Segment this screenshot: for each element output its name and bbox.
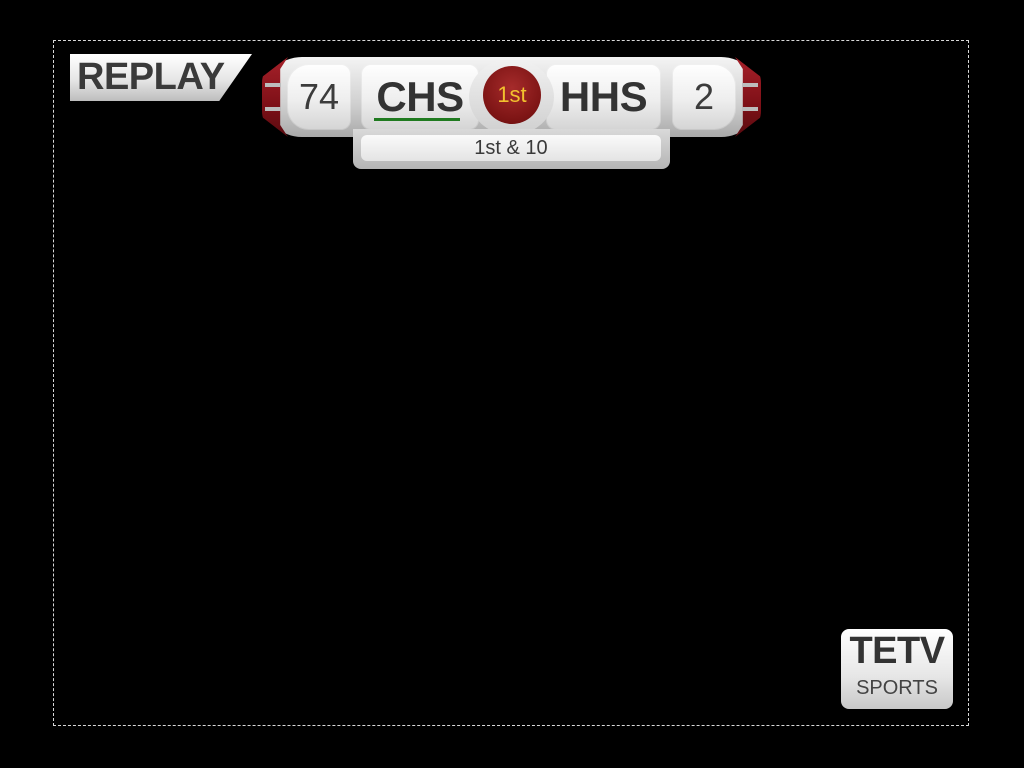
right-wing-stripe	[742, 83, 758, 87]
replay-label: REPLAY	[77, 56, 225, 98]
left-wing-stripe	[265, 107, 281, 111]
left-wing-stripe	[265, 83, 281, 87]
away-score: 2	[693, 76, 715, 117]
scoreboard: 74 CHS HHS 2 1st	[262, 57, 761, 137]
period-label: 1st	[497, 82, 527, 107]
logo-subtitle: SPORTS	[856, 677, 938, 699]
logo-title: TETV	[849, 630, 945, 672]
home-score: 74	[298, 76, 340, 117]
right-wing-stripe	[742, 107, 758, 111]
broadcast-frame: REPLAY 74 CHS HHS 2 1st 1st & 10 TETV SP…	[0, 0, 1024, 768]
down-distance-label: 1st & 10	[474, 137, 548, 159]
away-team-name: HHS	[559, 73, 648, 120]
possession-indicator	[374, 118, 460, 121]
